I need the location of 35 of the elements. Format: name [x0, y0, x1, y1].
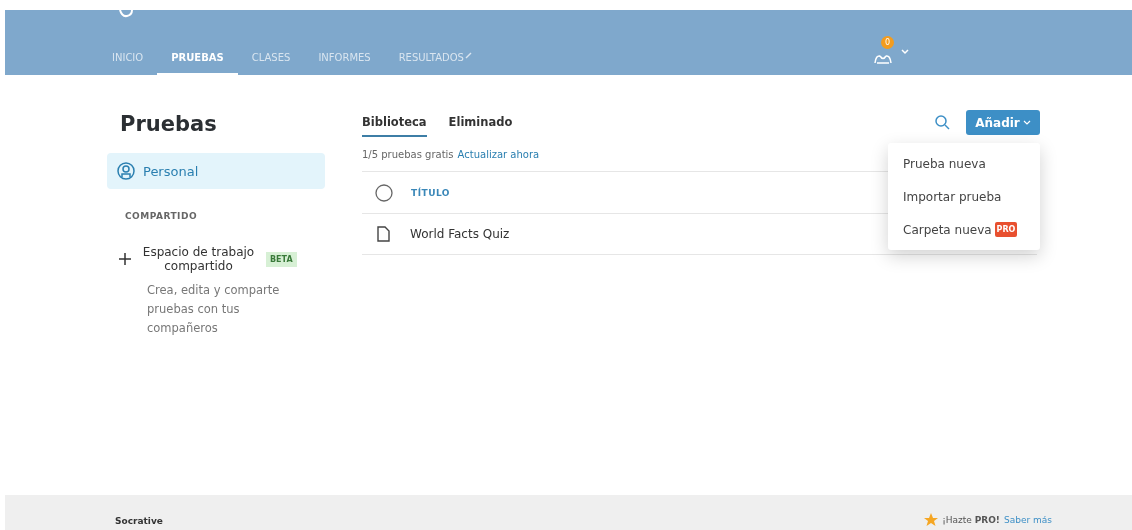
menu-item[interactable]: Importar prueba — [888, 180, 1040, 213]
nav-tab[interactable]: CLASES — [237, 48, 305, 75]
brand-name: Socrative — [115, 516, 163, 526]
logo-icon — [117, 10, 135, 18]
pro-badge: PRO — [994, 222, 1018, 237]
column-header[interactable]: TÍTULO — [411, 187, 450, 198]
page-title: Pruebas — [120, 112, 218, 136]
person-icon — [117, 162, 135, 180]
library-tab[interactable]: Biblioteca — [362, 115, 427, 137]
section-label: COMPARTIDO — [125, 211, 199, 221]
learn-more-link[interactable]: Saber más — [1004, 514, 1052, 525]
search-icon[interactable] — [935, 115, 950, 130]
upgrade-link[interactable]: Actualizar ahora — [457, 149, 540, 171]
user-icon[interactable] — [873, 52, 893, 64]
plus-icon[interactable] — [119, 253, 131, 265]
nav-tab[interactable]: PRUEBAS — [157, 48, 238, 75]
workspace-description: Crea, edita y comparte pruebas con tus compañeros — [147, 282, 281, 337]
library-tab[interactable]: Eliminado — [448, 115, 513, 137]
pencil-icon — [464, 52, 472, 59]
promo-text: ¡Hazte PRO! — [942, 514, 1000, 525]
quiz-title[interactable]: World Facts Quiz — [410, 227, 510, 241]
nav-tab[interactable]: INICIO — [98, 48, 158, 75]
notification-badge: 0 — [881, 36, 894, 49]
quota-text: 1/5 pruebas gratis — [362, 149, 454, 162]
menu-item[interactable]: Prueba nueva — [888, 147, 1040, 180]
menu-item[interactable]: Carpeta nueva PRO — [888, 213, 1040, 246]
add-button[interactable]: Añadir — [966, 110, 1040, 135]
chevron-down-icon[interactable] — [901, 49, 909, 55]
star-icon — [924, 513, 939, 526]
select-all-checkbox[interactable] — [375, 183, 393, 202]
chevron-down-icon — [1022, 119, 1031, 126]
sidebar-item[interactable]: Personal — [107, 153, 325, 189]
document-icon — [377, 226, 390, 242]
workspace-link[interactable]: Espacio de trabajo compartido — [141, 245, 256, 273]
beta-badge: BETA — [266, 251, 297, 267]
